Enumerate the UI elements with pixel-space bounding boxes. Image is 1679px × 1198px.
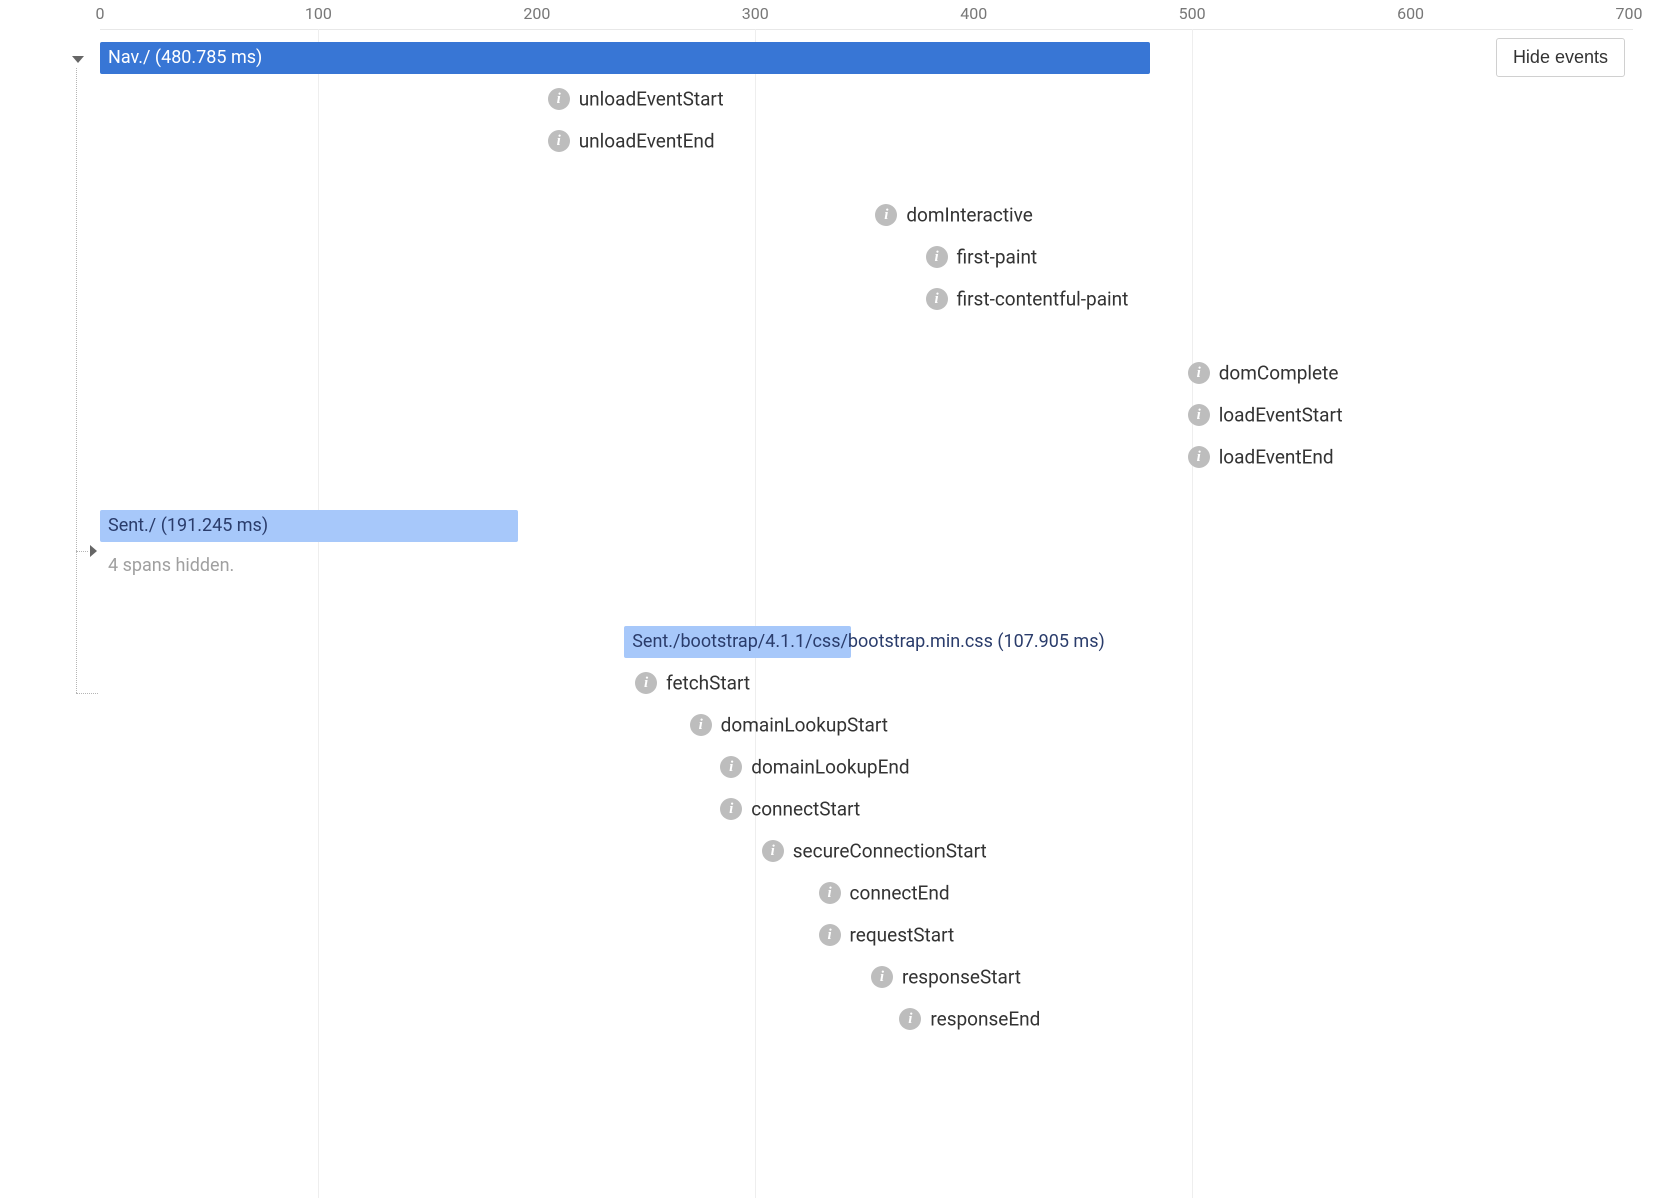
info-icon[interactable]: i	[762, 840, 784, 862]
event-label: requestStart	[850, 924, 955, 947]
event-label: loadEventStart	[1219, 404, 1343, 427]
event-row: i first-contentful-paint	[100, 278, 1629, 320]
event-label: first-paint	[957, 246, 1038, 269]
axis-tick: 400	[960, 4, 987, 23]
event-row: i fetchStart	[100, 662, 1629, 704]
hidden-spans-note: 4 spans hidden.	[100, 546, 1629, 586]
event-label: responseStart	[902, 966, 1021, 989]
span-bar-label: Sent./bootstrap/4.1.1/css/bootstrap.min.…	[624, 631, 1105, 652]
info-icon[interactable]: i	[635, 672, 657, 694]
event-label: domainLookupStart	[721, 714, 888, 737]
event-label: responseEnd	[930, 1008, 1040, 1031]
span-bar-bootstrap[interactable]: Sent./bootstrap/4.1.1/css/bootstrap.min.…	[624, 626, 851, 658]
event-row: i loadEventEnd	[100, 436, 1629, 478]
event-label: first-contentful-paint	[957, 288, 1129, 311]
x-axis-line	[100, 29, 1633, 30]
event-label: domainLookupEnd	[751, 756, 909, 779]
info-icon[interactable]: i	[1188, 446, 1210, 468]
info-icon[interactable]: i	[926, 246, 948, 268]
axis-tick: 300	[742, 4, 769, 23]
timeline-plot: 0100200300400500600700 Hide events Nav./…	[100, 8, 1629, 1198]
info-icon[interactable]: i	[875, 204, 897, 226]
event-label: unloadEventStart	[579, 88, 724, 111]
event-label: fetchStart	[666, 672, 750, 695]
axis-tick: 700	[1616, 4, 1643, 23]
span-row-nav: Nav./ (480.785 ms)	[100, 38, 1629, 78]
event-label: domInteractive	[906, 204, 1033, 227]
span-bar-label: Nav./ (480.785 ms)	[108, 47, 262, 68]
info-icon[interactable]: i	[548, 88, 570, 110]
event-label: unloadEventEnd	[579, 130, 715, 153]
event-row: i loadEventStart	[100, 394, 1629, 436]
span-bar-label: Sent./ (191.245 ms)	[108, 515, 268, 536]
tree-connector-vertical	[76, 68, 77, 693]
caret-down-icon[interactable]	[72, 56, 84, 63]
event-row: i requestStart	[100, 914, 1629, 956]
event-row: i domainLookupEnd	[100, 746, 1629, 788]
axis-tick: 200	[523, 4, 550, 23]
span-bar-nav[interactable]: Nav./ (480.785 ms)	[100, 42, 1150, 74]
event-label: secureConnectionStart	[793, 840, 987, 863]
info-icon[interactable]: i	[899, 1008, 921, 1030]
axis-tick: 0	[96, 4, 105, 23]
info-icon[interactable]: i	[871, 966, 893, 988]
event-row: i connectEnd	[100, 872, 1629, 914]
spans-area: Nav./ (480.785 ms) iunloadEventStartiunl…	[100, 38, 1629, 1198]
span-row-sent: Sent./ (191.245 ms)	[100, 506, 1629, 546]
event-row: i unloadEventStart	[100, 78, 1629, 120]
info-icon[interactable]: i	[720, 798, 742, 820]
event-label: connectEnd	[850, 882, 950, 905]
event-row: i unloadEventEnd	[100, 120, 1629, 162]
axis-tick: 600	[1397, 4, 1424, 23]
tree-connector-horizontal	[76, 551, 88, 552]
event-label: connectStart	[751, 798, 860, 821]
event-label: loadEventEnd	[1219, 446, 1334, 469]
span-row-bootstrap: Sent./bootstrap/4.1.1/css/bootstrap.min.…	[100, 622, 1629, 662]
info-icon[interactable]: i	[819, 882, 841, 904]
info-icon[interactable]: i	[819, 924, 841, 946]
event-row: i secureConnectionStart	[100, 830, 1629, 872]
info-icon[interactable]: i	[1188, 362, 1210, 384]
axis-tick: 500	[1179, 4, 1206, 23]
info-icon[interactable]: i	[1188, 404, 1210, 426]
event-label: domComplete	[1219, 362, 1339, 385]
info-icon[interactable]: i	[548, 130, 570, 152]
caret-right-icon[interactable]	[90, 545, 97, 557]
axis-tick: 100	[305, 4, 332, 23]
event-row: i responseEnd	[100, 998, 1629, 1040]
event-row: i domainLookupStart	[100, 704, 1629, 746]
event-row: i domInteractive	[100, 194, 1629, 236]
span-bar-sent[interactable]: Sent./ (191.245 ms)	[100, 510, 518, 542]
info-icon[interactable]: i	[926, 288, 948, 310]
event-row: i domComplete	[100, 352, 1629, 394]
tree-connector-horizontal	[76, 693, 98, 694]
info-icon[interactable]: i	[720, 756, 742, 778]
tree-gutter	[70, 38, 100, 1198]
info-icon[interactable]: i	[690, 714, 712, 736]
event-row: i responseStart	[100, 956, 1629, 998]
event-row: i first-paint	[100, 236, 1629, 278]
event-row: i connectStart	[100, 788, 1629, 830]
